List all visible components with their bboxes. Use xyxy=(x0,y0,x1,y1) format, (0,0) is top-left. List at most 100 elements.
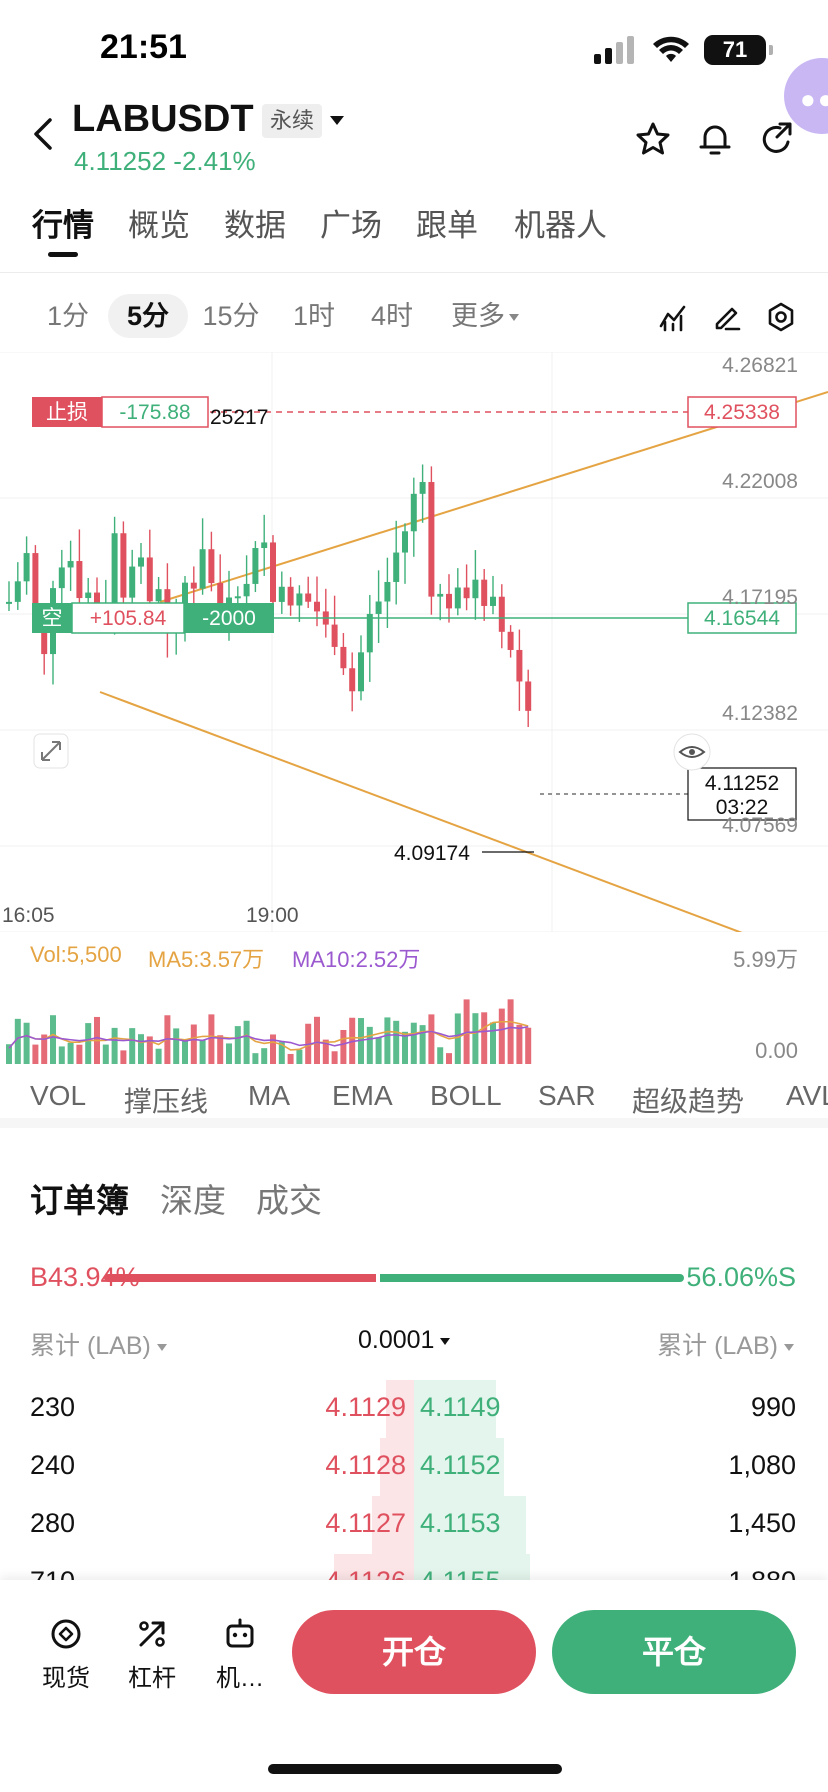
orderbook-row[interactable]: 710 4.1126 4.1155 1,880 xyxy=(0,1554,828,1580)
tab-depth[interactable]: 深度 xyxy=(160,1174,226,1222)
candle-body xyxy=(516,649,523,682)
volume-bar xyxy=(331,1051,338,1064)
interval-5m[interactable]: 5分 xyxy=(108,294,188,338)
candle-body xyxy=(384,581,391,602)
candle-body xyxy=(287,586,294,606)
buy-ratio-bar xyxy=(104,1274,376,1282)
orderbook-row[interactable]: 230 4.1129 4.1149 990 xyxy=(0,1380,828,1438)
candle-body xyxy=(243,583,250,597)
candle-body xyxy=(314,601,320,612)
volume-bar xyxy=(314,1016,320,1064)
candle-body xyxy=(76,561,83,599)
volume-bar xyxy=(120,1050,127,1064)
indicator-boll[interactable]: BOLL xyxy=(430,1080,502,1112)
nav-bot[interactable]: 机… xyxy=(200,1616,280,1693)
indicator-ma[interactable]: MA xyxy=(248,1080,290,1112)
bid-price: 4.1129 xyxy=(325,1392,406,1422)
interval-15m[interactable]: 15分 xyxy=(196,294,266,338)
tab-square[interactable]: 广场 xyxy=(320,200,382,245)
candle-body xyxy=(155,589,162,602)
volume-bar xyxy=(296,1049,303,1064)
indicator-icon[interactable] xyxy=(658,302,688,332)
bell-icon[interactable] xyxy=(696,120,734,158)
bottom-action-bar: 现货 杠杆 机… 开仓 平仓 xyxy=(0,1580,828,1792)
settings-icon[interactable] xyxy=(766,302,796,332)
symbol-dropdown-icon[interactable] xyxy=(330,116,344,125)
orderbook-row[interactable]: 240 4.1128 4.1152 1,080 xyxy=(0,1438,828,1496)
ask-total-header[interactable]: 累计 (LAB) xyxy=(657,1326,794,1362)
nav-spot[interactable]: 现货 xyxy=(26,1616,106,1693)
volume-bar xyxy=(58,1046,65,1064)
tab-overview[interactable]: 概览 xyxy=(128,200,190,245)
indicator-vol[interactable]: VOL xyxy=(30,1080,86,1112)
indicator-avl[interactable]: AVL xyxy=(786,1080,828,1112)
volume-svg xyxy=(6,999,532,1064)
precision-value: 0.0001 xyxy=(358,1326,435,1354)
draw-pen-icon[interactable] xyxy=(712,302,742,332)
indicator-support-resistance[interactable]: 撑压线 xyxy=(124,1080,208,1120)
chevron-down-icon xyxy=(156,1343,167,1351)
tab-trades[interactable]: 成交 xyxy=(256,1174,322,1222)
kline-svg[interactable]: 止损 -175.88 25217 4.25338 空 +105.84 -2000… xyxy=(0,352,828,932)
status-time: 21:51 xyxy=(100,28,187,66)
bid-total-header[interactable]: 累计 (LAB) xyxy=(30,1326,167,1362)
status-bar: 21:51 71 xyxy=(0,0,828,96)
position-side: 空 xyxy=(42,607,63,630)
indicator-sar[interactable]: SAR xyxy=(538,1080,596,1112)
price-axis-label: 4.17195 xyxy=(722,586,798,609)
candle-body xyxy=(6,601,12,604)
volume-bar xyxy=(516,1024,523,1064)
volume-bar xyxy=(490,1022,496,1064)
bid-price: 4.1126 xyxy=(325,1566,406,1580)
position-size: -2000 xyxy=(202,607,256,630)
chevron-down-icon xyxy=(784,1343,794,1351)
interval-1m[interactable]: 1分 xyxy=(40,294,96,338)
candle-body xyxy=(252,548,259,584)
indicator-supertrend[interactable]: 超级趋势 xyxy=(632,1080,744,1120)
candle-body xyxy=(454,587,461,609)
price-axis-label: 4.12382 xyxy=(722,702,798,725)
volume-bar xyxy=(410,1022,417,1064)
kline-chart[interactable]: 止损 -175.88 25217 4.25338 空 +105.84 -2000… xyxy=(0,352,828,932)
candle-body xyxy=(366,613,373,653)
indicator-ema[interactable]: EMA xyxy=(332,1080,393,1112)
share-icon[interactable] xyxy=(758,120,796,158)
indicator-tabs: VOL 撑压线 MA EMA BOLL SAR 超级趋势 AVL xyxy=(0,1074,828,1120)
star-icon[interactable] xyxy=(634,120,672,158)
tab-copy-trade[interactable]: 跟单 xyxy=(416,200,478,245)
interval-4h[interactable]: 4时 xyxy=(362,294,422,338)
candle-body xyxy=(85,592,92,599)
volume-bar xyxy=(190,1024,197,1064)
volume-bar xyxy=(507,999,514,1064)
tab-orderbook[interactable]: 订单簿 xyxy=(30,1174,129,1222)
time-axis-label: 16:05 xyxy=(2,904,55,927)
fullscreen-button[interactable] xyxy=(33,733,69,769)
candle-body xyxy=(146,557,153,602)
interval-1h[interactable]: 1时 xyxy=(284,294,344,338)
orderbook-row[interactable]: 280 4.1127 4.1153 1,450 xyxy=(0,1496,828,1554)
volume-bar xyxy=(454,1013,461,1064)
symbol-title[interactable]: LABUSDT xyxy=(72,98,254,141)
candle-body xyxy=(375,601,382,614)
volume-bar xyxy=(102,1044,109,1064)
interval-more[interactable]: 更多 xyxy=(442,294,528,338)
candle-body xyxy=(234,596,241,599)
volume-bar xyxy=(340,1029,347,1064)
bid-total: 230 xyxy=(30,1392,76,1422)
open-position-button[interactable]: 开仓 xyxy=(292,1610,536,1694)
nav-leverage[interactable]: 杠杆 xyxy=(112,1616,192,1693)
tab-bot[interactable]: 机器人 xyxy=(514,200,607,245)
home-indicator[interactable] xyxy=(268,1764,562,1774)
candle-body xyxy=(270,542,276,602)
close-position-button[interactable]: 平仓 xyxy=(552,1610,796,1694)
precision-select[interactable]: 0.0001 xyxy=(358,1326,451,1355)
candle-body xyxy=(138,557,144,567)
volume-panel[interactable]: Vol:5,500 MA5:3.57万 MA10:2.52万 5.99万 0.0… xyxy=(0,936,828,1066)
lower-trendline[interactable] xyxy=(99,691,745,932)
visibility-button[interactable] xyxy=(673,733,711,771)
back-icon[interactable] xyxy=(26,114,60,154)
candle-body xyxy=(120,533,127,598)
ask-total: 1,080 xyxy=(728,1450,796,1480)
tab-market[interactable]: 行情 xyxy=(32,200,94,245)
tab-data[interactable]: 数据 xyxy=(224,200,286,245)
